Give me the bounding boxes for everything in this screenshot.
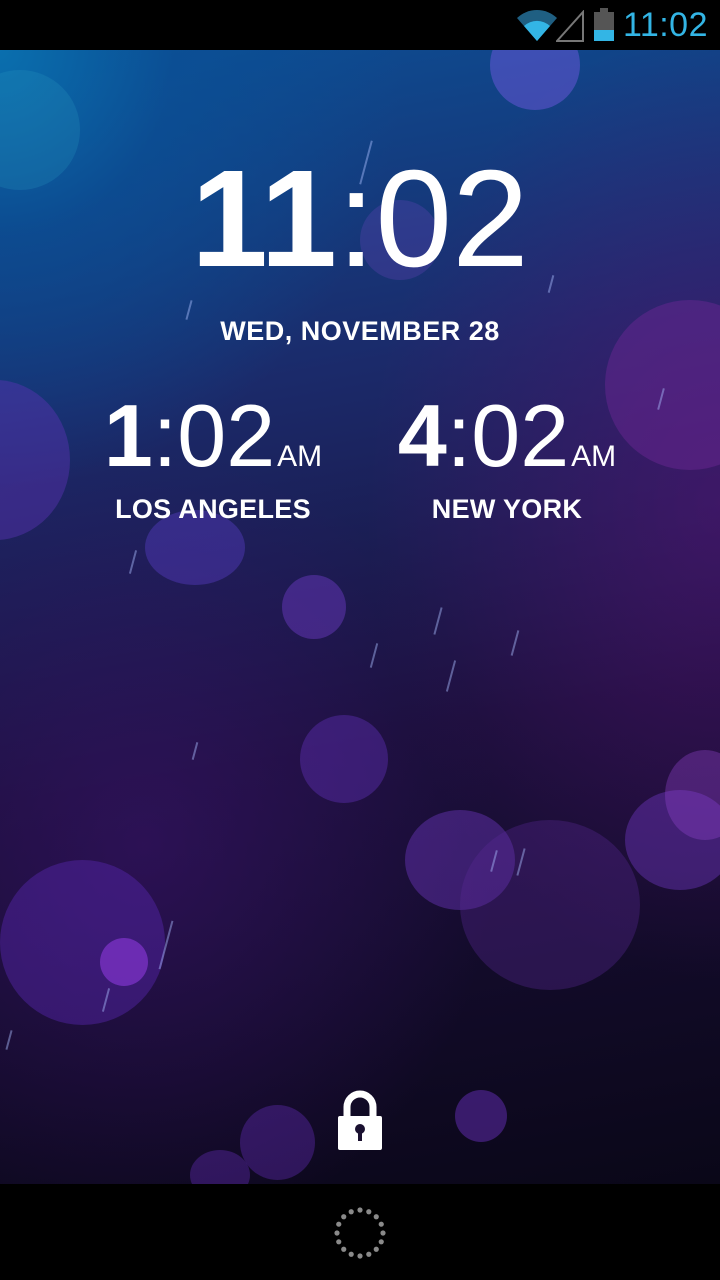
loading-spinner-icon xyxy=(334,1207,386,1259)
wallpaper-bokeh xyxy=(0,860,165,1025)
spinner-dot xyxy=(373,1214,379,1220)
spinner-dot xyxy=(366,1209,372,1215)
signal-icon xyxy=(556,10,584,42)
wallpaper-streak xyxy=(369,643,379,668)
wallpaper-bokeh xyxy=(460,820,640,990)
lock-icon[interactable] xyxy=(336,1090,384,1152)
world-clock-city: LOS ANGELES xyxy=(115,494,311,524)
wallpaper-bokeh xyxy=(490,50,580,110)
spinner-dot xyxy=(348,1251,354,1257)
wallpaper-streak xyxy=(433,607,443,635)
spinner-dot xyxy=(341,1214,347,1220)
wallpaper-streak xyxy=(191,742,199,760)
wallpaper-streak xyxy=(128,550,138,574)
world-clock-city: NEW YORK xyxy=(431,494,583,524)
wallpaper-bokeh xyxy=(100,938,148,986)
world-clock-los-angeles: 1:02AM LOS ANGELES xyxy=(63,392,363,525)
lockscreen-clock: 11:02 xyxy=(0,150,720,288)
status-bar: 11:02 xyxy=(0,0,720,50)
world-clock-ampm: AM xyxy=(277,440,323,473)
spinner-dot xyxy=(336,1221,342,1227)
spinner-dot xyxy=(336,1239,342,1245)
spinner-dot xyxy=(378,1239,384,1245)
spinner-dot xyxy=(378,1221,384,1227)
world-clock-minutes: :02 xyxy=(152,386,276,485)
world-clock-time: 1:02AM xyxy=(63,392,363,480)
wallpaper-streak xyxy=(5,1030,13,1050)
world-clock-minutes: :02 xyxy=(446,386,570,485)
clock-hours: 11 xyxy=(191,142,338,296)
spinner-dot xyxy=(357,1207,363,1213)
spinner-dot xyxy=(334,1230,340,1236)
wallpaper-streak xyxy=(445,660,457,692)
spinner-dot xyxy=(341,1246,347,1252)
spinner-dot xyxy=(357,1253,363,1259)
clock-separator: : xyxy=(337,142,376,296)
wallpaper-bokeh xyxy=(282,575,346,639)
world-clock-new-york: 4:02AM NEW YORK xyxy=(357,392,657,525)
wallpaper-bokeh xyxy=(0,380,70,540)
world-clock-hours: 1 xyxy=(103,386,153,485)
lockscreen-date: WED, NOVEMBER 28 xyxy=(220,316,500,346)
clock-minutes: 02 xyxy=(375,142,529,296)
world-clock-ampm: AM xyxy=(571,440,617,473)
world-clock-time: 4:02AM xyxy=(357,392,657,480)
wallpaper-bokeh xyxy=(190,1150,250,1184)
wallpaper-bokeh xyxy=(240,1105,315,1180)
spinner-dot xyxy=(373,1246,379,1252)
spinner-dot xyxy=(366,1251,372,1257)
wallpaper-bokeh xyxy=(300,715,388,803)
status-clock: 11:02 xyxy=(622,6,708,44)
spinner-dot xyxy=(380,1230,386,1236)
wallpaper-bokeh xyxy=(455,1090,507,1142)
spinner-dot xyxy=(348,1209,354,1215)
wifi-icon xyxy=(517,9,557,41)
wallpaper-streak xyxy=(510,630,520,656)
world-clock-hours: 4 xyxy=(397,386,447,485)
battery-icon xyxy=(594,8,614,41)
